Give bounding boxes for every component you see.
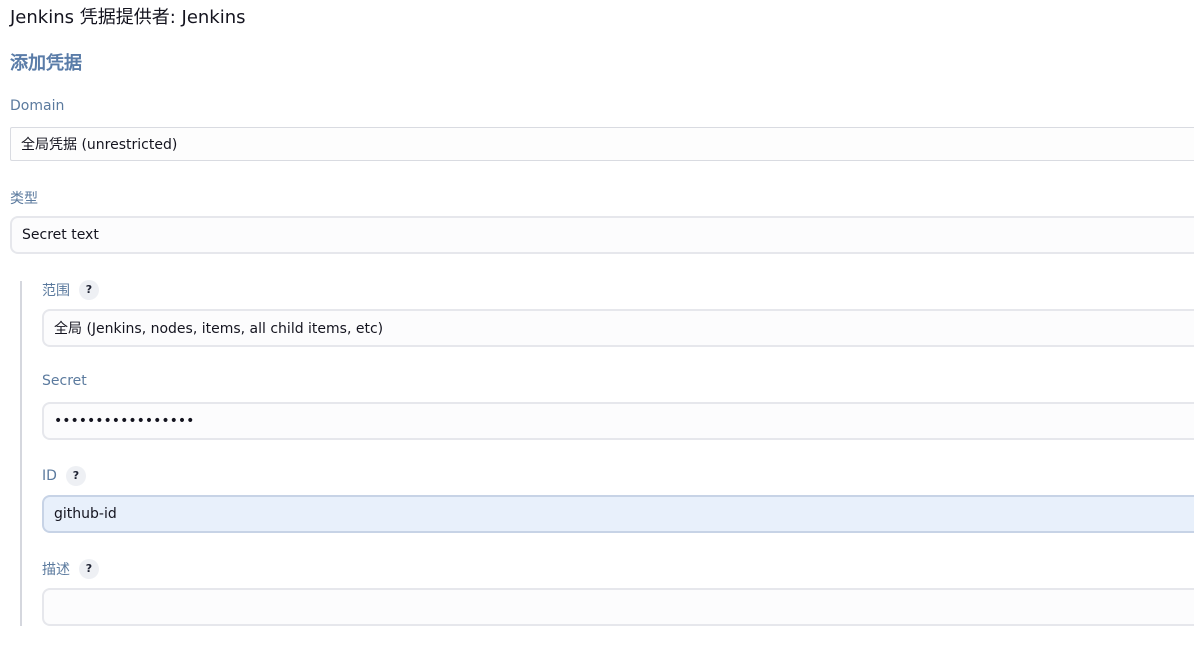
kind-label-text: 类型 <box>10 191 38 207</box>
domain-label-text: Domain <box>10 98 65 114</box>
secret-label-text: Secret <box>42 373 87 389</box>
secret-input-value: ••••••••••••••••• <box>54 413 195 429</box>
nested-section-divider <box>20 281 22 626</box>
id-input-value: github-id <box>54 506 117 522</box>
domain-label: Domain <box>10 98 64 114</box>
domain-select[interactable]: 全局凭据 (unrestricted) <box>10 127 1194 161</box>
scope-label-text: 范围 <box>42 283 70 299</box>
id-label: ID ? <box>42 466 86 486</box>
scope-select-value: 全局 (Jenkins, nodes, items, all child ite… <box>54 321 384 337</box>
description-help-icon[interactable]: ? <box>79 559 99 579</box>
kind-label: 类型 <box>10 188 38 208</box>
id-label-text: ID <box>42 468 57 484</box>
secret-label: Secret <box>42 373 87 389</box>
id-help-icon[interactable]: ? <box>65 466 86 486</box>
scope-select[interactable]: 全局 (Jenkins, nodes, items, all child ite… <box>42 309 1194 347</box>
id-input[interactable]: github-id <box>42 495 1194 533</box>
page-title: 添加凭据 <box>10 53 82 74</box>
kind-select[interactable]: Secret text <box>10 216 1194 254</box>
description-label: 描述 ? <box>42 559 99 579</box>
scope-label: 范围 ? <box>42 280 99 300</box>
kind-select-value: Secret text <box>22 227 99 243</box>
description-input[interactable] <box>42 588 1194 626</box>
provider-title: Jenkins 凭据提供者: Jenkins <box>10 7 246 28</box>
description-label-text: 描述 <box>42 562 70 578</box>
secret-input[interactable]: ••••••••••••••••• <box>42 402 1194 440</box>
add-credential-page: Jenkins 凭据提供者: Jenkins 添加凭据 Domain 全局凭据 … <box>0 0 1194 655</box>
scope-help-icon[interactable]: ? <box>79 280 99 300</box>
domain-select-value: 全局凭据 (unrestricted) <box>21 137 178 153</box>
